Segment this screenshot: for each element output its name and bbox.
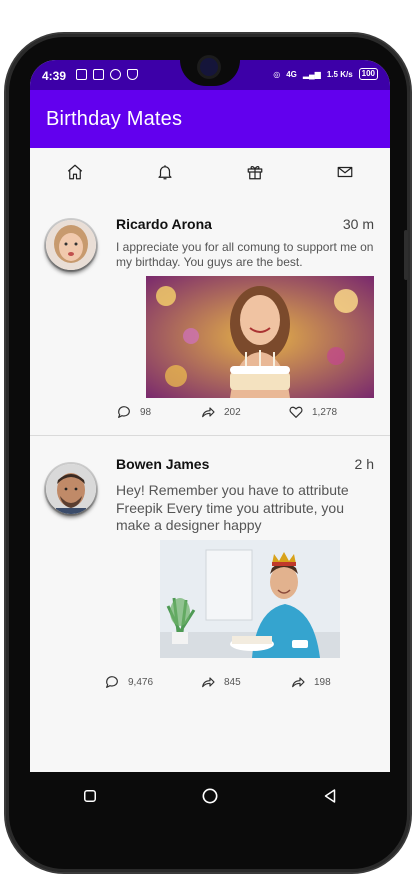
home-icon bbox=[67, 164, 83, 180]
heart-icon bbox=[289, 406, 303, 418]
post-text: I appreciate you for all comung to suppo… bbox=[116, 240, 374, 269]
man-avatar-photo bbox=[46, 464, 96, 514]
shield-notification-icon bbox=[127, 69, 138, 80]
back-triangle-icon bbox=[324, 789, 336, 803]
share-icon bbox=[202, 677, 215, 688]
post-card: Bowen James 2 h Hey! Remember you have t… bbox=[30, 436, 390, 686]
volume-button bbox=[404, 230, 408, 280]
system-nav-bar bbox=[30, 772, 390, 820]
gallery-notification-icon bbox=[76, 69, 87, 80]
share-action[interactable]: 202 bbox=[200, 404, 241, 420]
front-camera bbox=[200, 58, 218, 76]
comment-action[interactable]: 9,476 bbox=[104, 674, 153, 690]
app-bar: Birthday Mates bbox=[30, 90, 390, 148]
sync-notification-icon bbox=[110, 69, 121, 80]
comment-count: 98 bbox=[140, 406, 152, 418]
sim-notification-icon bbox=[93, 69, 104, 80]
share-count-secondary: 198 bbox=[314, 676, 331, 688]
square-icon bbox=[84, 790, 96, 802]
circle-icon bbox=[202, 788, 218, 804]
post-time: 2 h bbox=[354, 456, 374, 472]
woman-avatar-photo bbox=[46, 220, 96, 270]
share-icon bbox=[292, 677, 305, 688]
network-type: 4G bbox=[286, 69, 297, 79]
avatar[interactable] bbox=[46, 464, 96, 514]
like-count: 1,278 bbox=[312, 406, 338, 418]
birthday-man-photo bbox=[160, 540, 340, 658]
recents-button[interactable] bbox=[74, 780, 106, 812]
mail-icon bbox=[337, 166, 353, 178]
share-action-secondary[interactable]: 198 bbox=[290, 674, 331, 690]
status-time: 4:39 bbox=[42, 69, 67, 83]
tab-gifts[interactable] bbox=[235, 152, 275, 192]
post-time: 30 m bbox=[342, 216, 374, 232]
comment-icon bbox=[118, 406, 130, 418]
post-image[interactable] bbox=[146, 276, 374, 398]
tab-bar bbox=[30, 148, 390, 196]
share-action[interactable]: 845 bbox=[200, 674, 241, 690]
post-author[interactable]: Bowen James bbox=[116, 456, 209, 472]
bell-icon bbox=[158, 165, 172, 180]
app-screen: 4:39 ◎ 4G ▂▄▆ 1.5 K/s 100 Birthday Mates bbox=[30, 60, 390, 772]
back-button[interactable] bbox=[314, 780, 346, 812]
post-card: Ricardo Arona 30 m I appreciate you for … bbox=[30, 196, 390, 436]
post-image[interactable] bbox=[160, 540, 340, 658]
share-icon bbox=[202, 407, 215, 418]
post-text: Hey! Remember you have to attribute Free… bbox=[116, 482, 349, 533]
tab-messages[interactable] bbox=[325, 152, 365, 192]
birthday-girl-photo bbox=[146, 276, 374, 398]
comment-count: 9,476 bbox=[128, 676, 154, 688]
hotspot-icon: ◎ bbox=[273, 69, 281, 79]
tab-home[interactable] bbox=[55, 152, 95, 192]
tab-notifications[interactable] bbox=[145, 152, 185, 192]
home-button[interactable] bbox=[194, 780, 226, 812]
avatar[interactable] bbox=[46, 220, 96, 270]
network-speed: 1.5 K/s bbox=[326, 69, 353, 79]
comment-icon bbox=[106, 676, 118, 688]
like-action[interactable]: 1,278 bbox=[288, 404, 337, 420]
status-right-icons: ◎ 4G ▂▄▆ 1.5 K/s 100 bbox=[273, 68, 378, 80]
app-title: Birthday Mates bbox=[46, 108, 183, 130]
share-count: 845 bbox=[224, 676, 241, 688]
gift-icon bbox=[247, 166, 263, 180]
battery-icon: 100 bbox=[358, 68, 378, 80]
signal-icon: ▂▄▆ bbox=[302, 69, 321, 79]
post-author[interactable]: Ricardo Arona bbox=[116, 216, 212, 232]
status-notification-icons bbox=[76, 69, 138, 80]
share-count: 202 bbox=[224, 406, 241, 418]
comment-action[interactable]: 98 bbox=[116, 404, 151, 420]
